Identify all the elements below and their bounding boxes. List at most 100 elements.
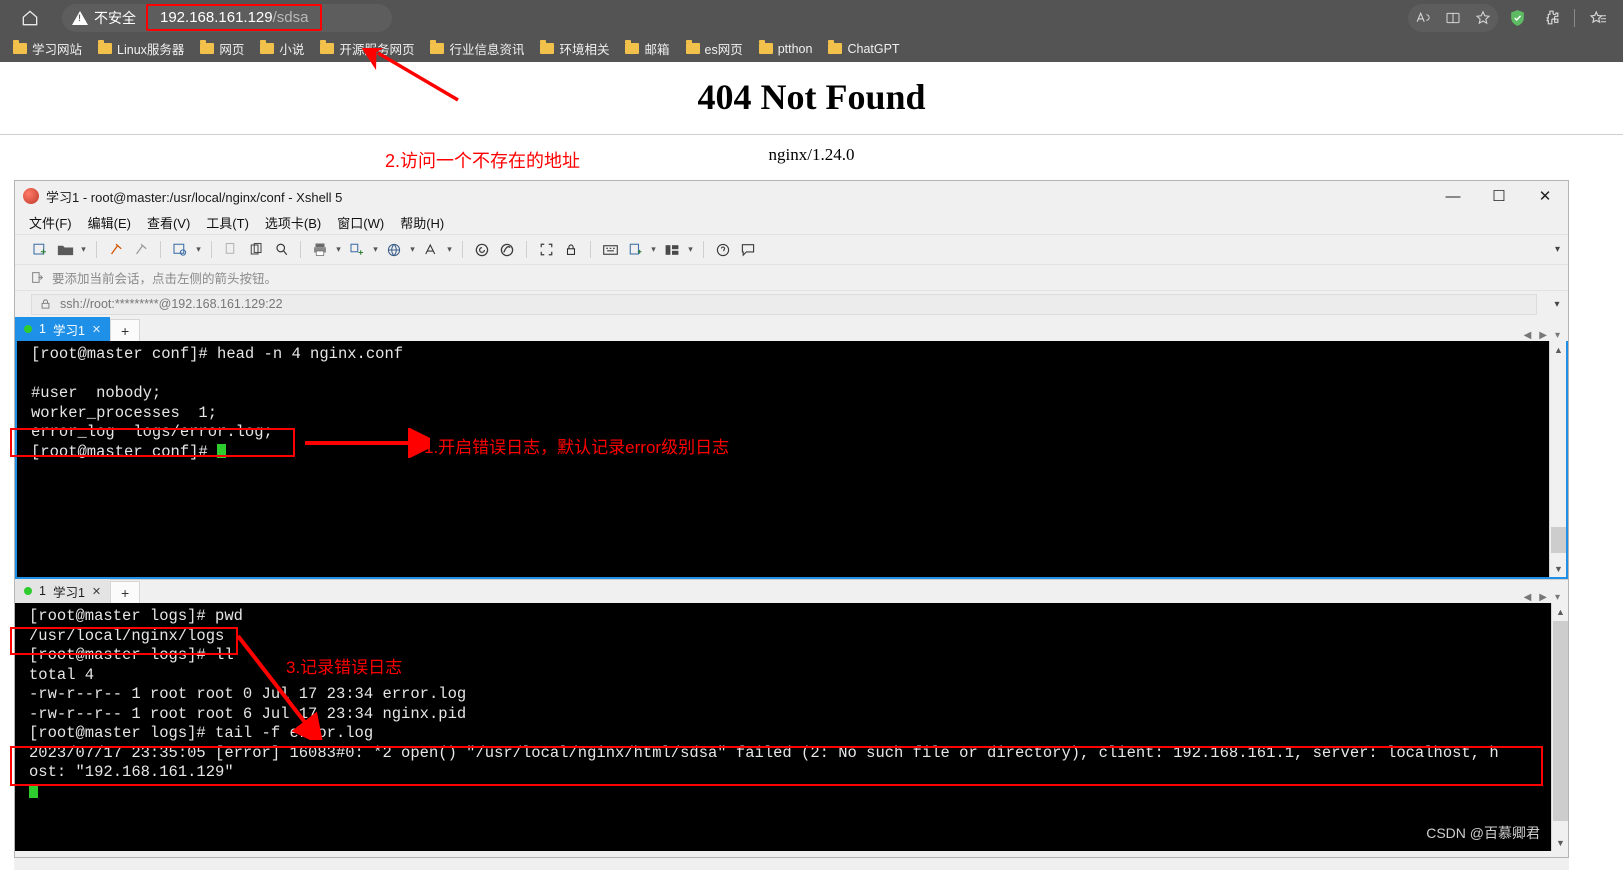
toolbar-overflow-caret-icon[interactable]: ▾ [1555,244,1560,255]
tab-scroll-right-icon[interactable]: ▶ [1539,330,1547,341]
bookmark-item[interactable]: 网页 [193,37,251,60]
find-icon[interactable] [270,239,292,261]
new-tab-button-top[interactable]: + [110,319,141,341]
add-session-arrow-icon [32,272,44,283]
tab-list-caret-icon[interactable]: ▾ [1555,592,1560,603]
open-folder-caret-icon[interactable]: ▾ [79,239,88,261]
not-secure-indicator[interactable]: 不安全 [72,8,136,28]
tab-strip-nav-top: ◀ ▶ ▾ [1524,330,1568,341]
tab-xuexi1-top[interactable]: 1 学习1 ✕ [15,317,111,341]
folder-icon [685,40,700,54]
record-icon[interactable] [496,239,518,261]
log-icon[interactable] [471,239,493,261]
session-properties-caret-icon[interactable]: ▾ [194,239,203,261]
watermark: CSDN @百慕卿君 [1426,825,1540,841]
bookmark-item[interactable]: ChatGPT [821,40,906,58]
scroll-up-icon[interactable]: ▲ [1552,603,1569,620]
layout-icon[interactable] [661,239,683,261]
tab-index: 1 [39,322,46,336]
folder-icon [540,40,555,54]
bookmark-item[interactable]: 学习网站 [6,37,89,60]
bookmark-item[interactable]: Linux服务器 [91,37,191,60]
menu-window[interactable]: 窗口(W) [337,213,384,232]
scroll-down-icon[interactable]: ▼ [1552,834,1569,851]
bookmark-item[interactable]: 小说 [253,37,311,60]
print-caret-icon[interactable]: ▾ [334,239,343,261]
menu-view[interactable]: 查看(V) [147,213,190,232]
tab-scroll-right-icon[interactable]: ▶ [1539,592,1547,603]
layout-caret-icon[interactable]: ▾ [686,239,695,261]
tab-scroll-left-icon[interactable]: ◀ [1524,592,1532,603]
scrollbar-thumb[interactable] [1553,621,1568,821]
fullscreen-icon[interactable] [535,239,557,261]
home-icon[interactable] [8,4,52,32]
open-folder-icon[interactable] [54,239,76,261]
bookmark-item[interactable]: 环境相关 [533,37,616,60]
transfer-caret-icon[interactable]: ▾ [371,239,380,261]
print-icon[interactable] [309,239,331,261]
browser-action-pill [1408,3,1498,32]
read-aloud-icon[interactable] [1408,4,1438,32]
scrollbar-thumb[interactable] [1551,527,1566,553]
session-properties-icon[interactable] [169,239,191,261]
split-screen-icon[interactable] [1438,4,1468,32]
bookmark-item[interactable]: ptthon [752,40,820,58]
terminal-top-scrollbar[interactable]: ▲ ▼ [1549,341,1566,577]
keyboard-icon[interactable] [599,239,621,261]
annotation-1-arrow [305,428,430,458]
close-button[interactable]: ✕ [1522,182,1568,211]
lock-icon [41,299,50,309]
font-icon[interactable] [420,239,442,261]
scroll-down-icon[interactable]: ▼ [1550,560,1567,577]
tab-scroll-left-icon[interactable]: ◀ [1524,330,1532,341]
minimize-button[interactable]: — [1430,182,1476,211]
menu-tools[interactable]: 工具(T) [206,213,249,232]
terminal-bottom-scrollbar[interactable]: ▲ ▼ [1551,603,1568,851]
compose-caret-icon[interactable]: ▾ [649,239,658,261]
menu-tabs[interactable]: 选项卡(B) [265,213,321,232]
session-hint-bar: 要添加当前会话，点击左侧的箭头按钮。 [15,265,1568,291]
address-dropdown-caret-icon[interactable]: ▾ [1546,299,1568,310]
warning-triangle-icon [72,10,88,25]
copy-icon[interactable] [220,239,242,261]
terminal-pane-top[interactable]: [root@master conf]# head -n 4 nginx.conf… [15,341,1568,579]
address-bar[interactable]: 不安全 192.168.161.129/sdsa [62,3,392,32]
collections-icon[interactable] [1583,4,1613,32]
new-session-icon[interactable] [29,239,51,261]
globe-icon[interactable] [383,239,405,261]
page-divider [0,134,1623,135]
scroll-up-icon[interactable]: ▲ [1550,341,1567,358]
folder-icon [13,40,27,54]
menu-edit[interactable]: 编辑(E) [88,213,131,232]
help-icon[interactable] [712,239,734,261]
url-text[interactable]: 192.168.161.129/sdsa [146,4,323,31]
chat-icon[interactable] [737,239,759,261]
compose-icon[interactable] [624,239,646,261]
paste-icon[interactable] [245,239,267,261]
not-secure-label: 不安全 [94,9,136,26]
transfer-icon[interactable] [346,239,368,261]
extensions-puzzle-icon[interactable] [1536,4,1566,32]
tab-list-caret-icon[interactable]: ▾ [1555,330,1560,341]
menu-file[interactable]: 文件(F) [29,213,72,232]
maximize-button[interactable]: ☐ [1476,182,1522,211]
browser-toolbar: 不安全 192.168.161.129/sdsa [0,0,1623,35]
font-caret-icon[interactable]: ▾ [445,239,454,261]
menu-help[interactable]: 帮助(H) [400,213,444,232]
bookmark-item[interactable]: 邮箱 [618,37,676,60]
ssh-address-input[interactable]: ssh://root:*********@192.168.161.129:22 [31,293,1537,315]
tab-close-icon[interactable]: ✕ [92,585,101,598]
tab-label: 学习1 [52,585,85,600]
connect-icon[interactable] [105,239,127,261]
new-tab-button-bottom[interactable]: + [110,581,141,603]
tab-close-icon[interactable]: ✕ [92,323,101,336]
globe-caret-icon[interactable]: ▾ [408,239,417,261]
lock-icon[interactable] [560,239,582,261]
tab-xuexi1-bottom[interactable]: 1 学习1 ✕ [15,579,111,603]
bookmark-item[interactable]: es网页 [679,37,750,60]
disconnect-icon[interactable] [130,239,152,261]
favorite-star-icon[interactable] [1468,4,1498,32]
bookmarks-bar: 学习网站 Linux服务器 网页 小说 开源服务网页 行业信息资讯 环境相关 邮… [0,35,1623,62]
connected-dot-icon [24,325,32,333]
adguard-shield-icon[interactable] [1502,4,1532,32]
